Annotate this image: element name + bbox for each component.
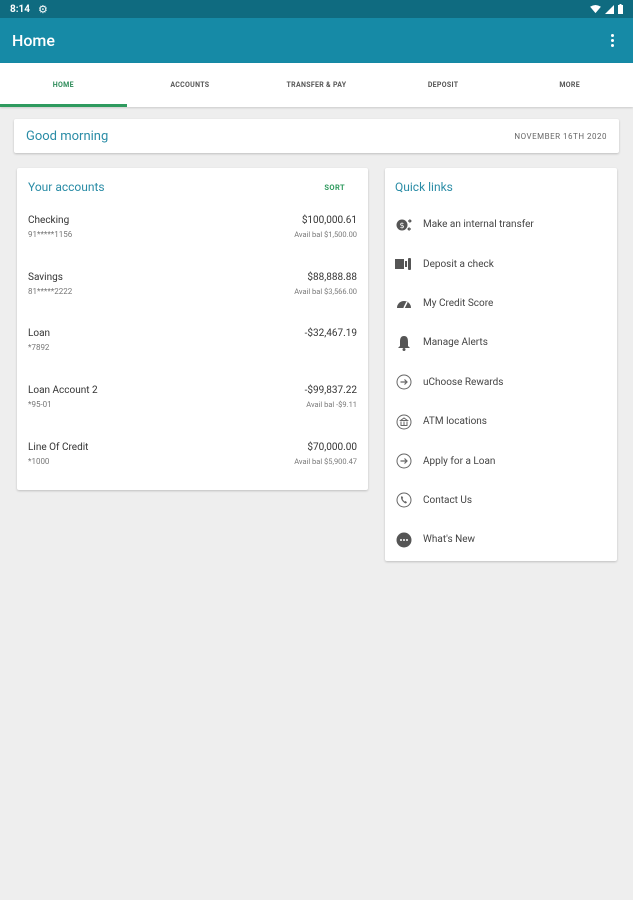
account-name: Loan Account 2 xyxy=(28,385,98,397)
account-name: Loan xyxy=(28,328,51,340)
status-icons xyxy=(590,4,623,14)
svg-text:$: $ xyxy=(399,221,404,230)
account-balance: -$32,467.19 xyxy=(304,328,357,340)
quick-link-whats-new[interactable]: What's New xyxy=(395,520,607,559)
quick-link-label: Manage Alerts xyxy=(423,337,488,349)
account-available: Avail bal $1,500.00 xyxy=(294,230,357,239)
tab-deposit[interactable]: DEPOSIT xyxy=(380,63,507,107)
chat-icon xyxy=(395,531,412,548)
quick-link-uchoose-rewards[interactable]: uChoose Rewards xyxy=(395,363,607,402)
phone-icon xyxy=(395,492,412,509)
account-number: 91*****1156 xyxy=(28,230,73,239)
quick-link-label: Make an internal transfer xyxy=(423,219,534,231)
quick-link-label: Deposit a check xyxy=(423,258,494,270)
greeting-text: Good morning xyxy=(26,128,109,144)
account-available: Avail bal $3,566.00 xyxy=(294,286,357,296)
overflow-menu-icon[interactable] xyxy=(603,29,621,53)
battery-icon xyxy=(618,4,623,14)
status-bar: 8:14 ⚙ xyxy=(0,0,633,18)
account-number: *95-01 xyxy=(28,400,52,410)
quick-link-label: Apply for a Loan xyxy=(423,455,496,467)
account-available: Avail bal -$9.11 xyxy=(306,400,357,410)
quick-link-internal-transfer[interactable]: $ Make an internal transfer xyxy=(395,205,607,244)
quick-link-apply-loan[interactable]: Apply for a Loan xyxy=(395,441,607,480)
quick-link-label: uChoose Rewards xyxy=(423,376,504,388)
arrow-circle-icon xyxy=(395,453,412,470)
quick-links-card: Quick links $ Make an internal transfer … xyxy=(385,168,617,561)
quick-link-label: What's New xyxy=(423,534,476,546)
tab-home[interactable]: HOME xyxy=(0,63,127,107)
quick-link-manage-alerts[interactable]: Manage Alerts xyxy=(395,323,607,362)
account-balance: -$99,837.22 xyxy=(304,385,357,397)
bank-icon xyxy=(395,413,412,430)
bell-icon xyxy=(395,334,412,351)
check-deposit-icon xyxy=(395,256,412,273)
transfer-icon: $ xyxy=(395,216,412,233)
status-time: 8:14 xyxy=(10,3,31,15)
quick-link-label: My Credit Score xyxy=(423,297,494,309)
tab-transfer-pay[interactable]: TRANSFER & PAY xyxy=(253,63,380,107)
account-name: Checking xyxy=(28,215,70,226)
account-number: 81*****2222 xyxy=(28,286,73,296)
account-number: *1000 xyxy=(28,456,50,466)
account-row[interactable]: Savings 81*****2222 $88,888.88 Avail bal $… xyxy=(28,271,357,328)
account-balance: $100,000.61 xyxy=(301,215,357,226)
accounts-header: Your accounts SORT xyxy=(28,180,357,194)
account-number: *7892 xyxy=(28,343,50,353)
tab-more[interactable]: MORE xyxy=(506,63,633,107)
quick-link-deposit-check[interactable]: Deposit a check xyxy=(395,244,607,283)
account-row[interactable]: Checking 91*****1156 $100,000.61 Avail bal… xyxy=(28,214,357,271)
quick-link-label: ATM locations xyxy=(423,416,487,428)
greeting-card: Good morning NOVEMBER 16TH 2020 xyxy=(14,119,619,153)
accounts-card: Your accounts SORT Checking 91*****1156 $… xyxy=(17,168,368,490)
signal-icon xyxy=(605,4,614,14)
account-row[interactable]: Loan *7892 -$32,467.19 xyxy=(28,327,357,384)
quick-link-label: Contact Us xyxy=(423,494,473,506)
gauge-icon xyxy=(395,295,412,312)
quick-links-title: Quick links xyxy=(395,180,453,194)
quick-link-atm-locations[interactable]: ATM locations xyxy=(395,402,607,441)
greeting-date: NOVEMBER 16TH 2020 xyxy=(514,131,607,141)
settings-gear-icon: ⚙ xyxy=(38,2,48,16)
page-title: Home xyxy=(12,31,55,50)
quick-links-header: Quick links xyxy=(395,180,607,194)
account-row[interactable]: Line Of Credit *1000 $70,000.00 Avail bal … xyxy=(28,441,357,498)
wifi-icon xyxy=(590,4,601,13)
tab-accounts[interactable]: ACCOUNTS xyxy=(127,63,254,107)
tab-bar: HOME ACCOUNTS TRANSFER & PAY DEPOSIT MOR… xyxy=(0,63,633,107)
quick-link-credit-score[interactable]: My Credit Score xyxy=(395,284,607,323)
account-name: Line Of Credit xyxy=(28,441,89,453)
app-bar: Home xyxy=(0,18,633,63)
account-name: Savings xyxy=(28,271,63,283)
sort-button[interactable]: SORT xyxy=(324,183,345,192)
account-balance: $88,888.88 xyxy=(307,271,357,283)
account-row[interactable]: Loan Account 2 *95-01 -$99,837.22 Avail ba… xyxy=(28,384,357,441)
accounts-title: Your accounts xyxy=(28,180,105,194)
account-balance: $70,000.00 xyxy=(307,441,357,453)
quick-link-contact-us[interactable]: Contact Us xyxy=(395,481,607,520)
arrow-circle-icon xyxy=(395,374,412,391)
account-available: Avail bal $5,900.47 xyxy=(294,456,357,466)
